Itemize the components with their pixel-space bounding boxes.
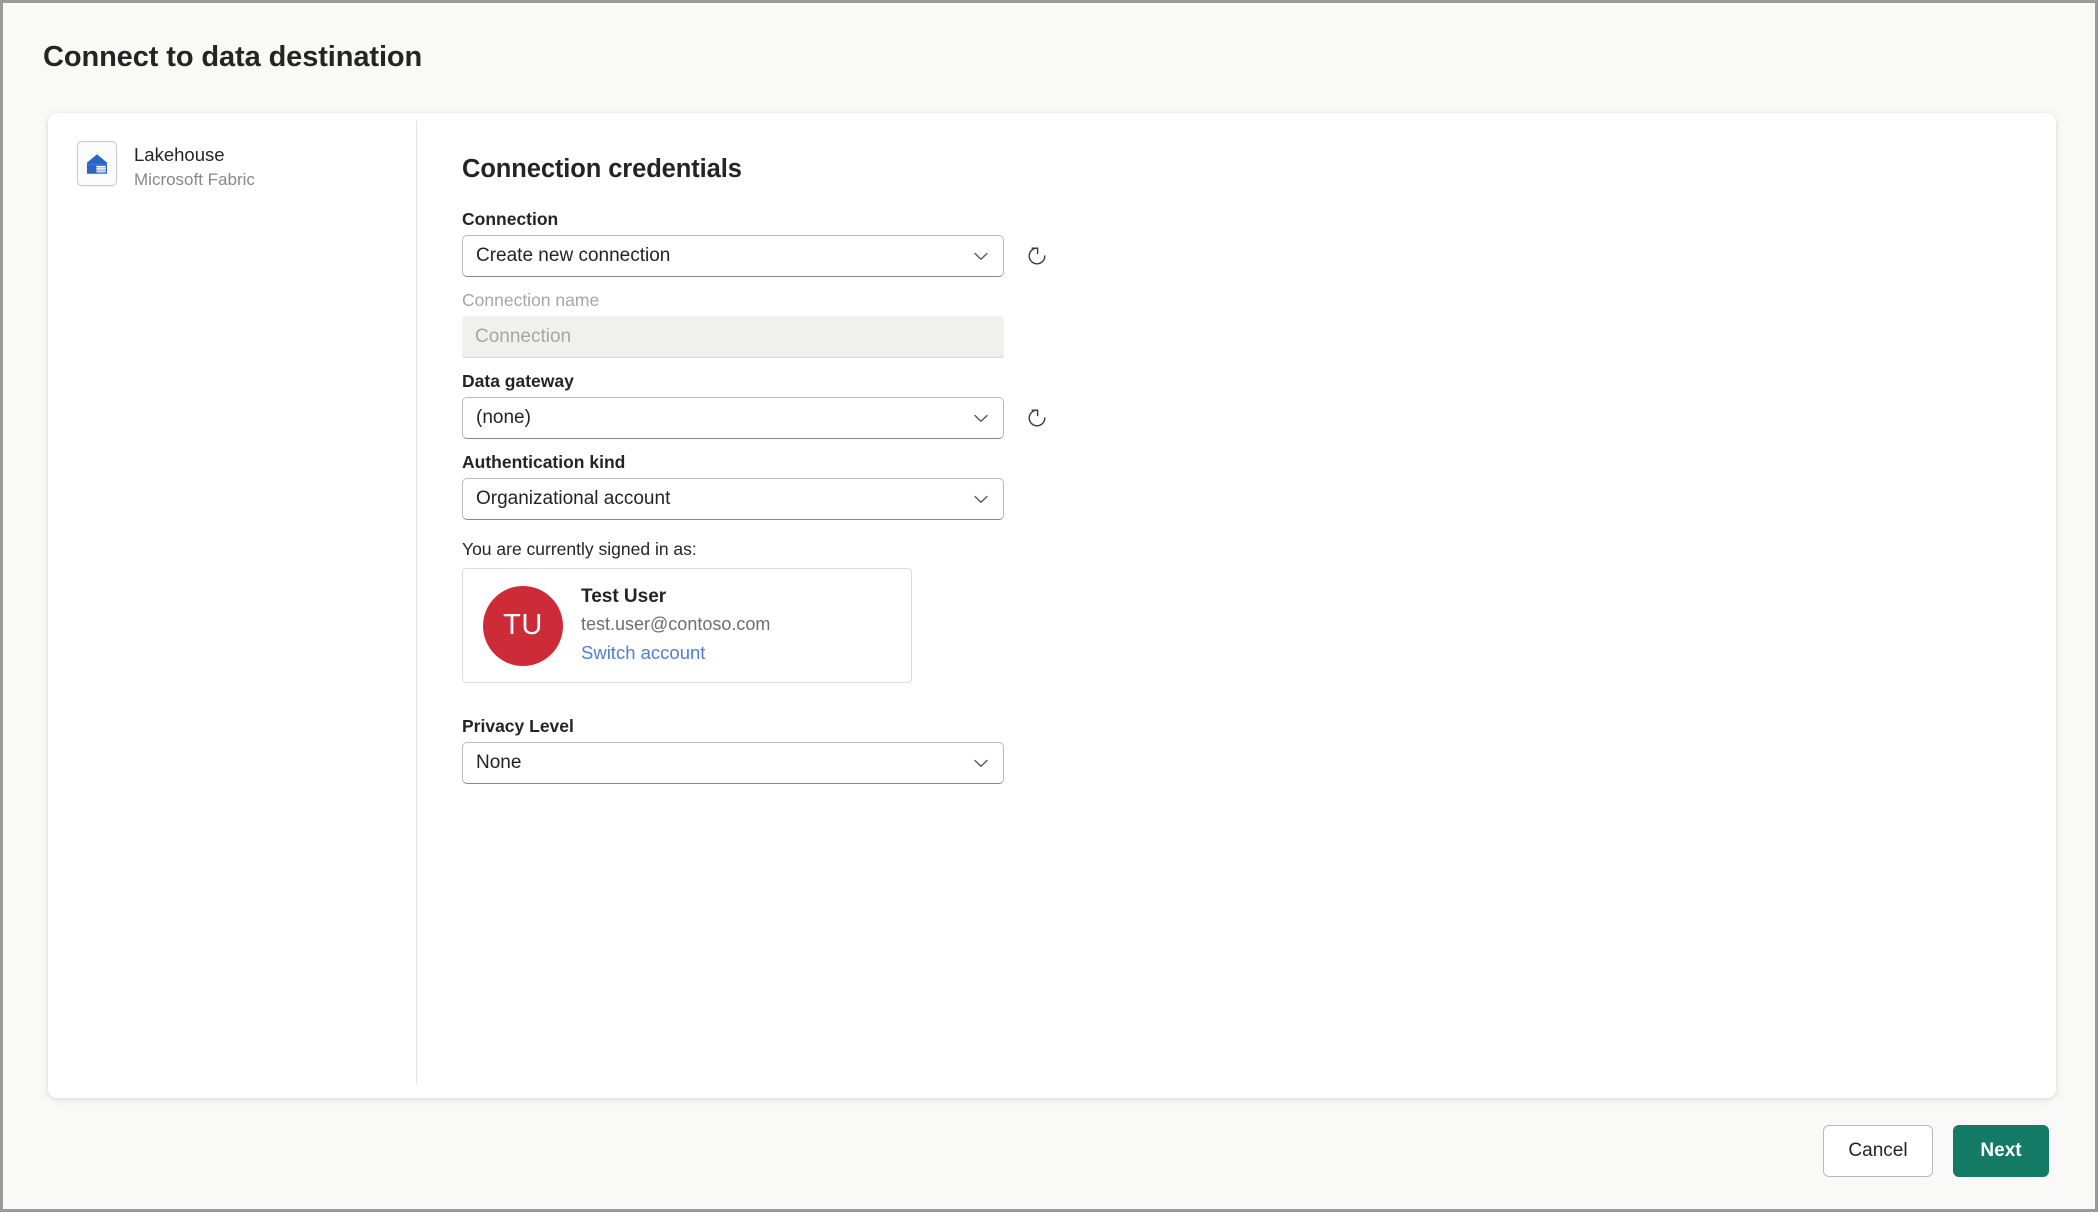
source-item-lakehouse[interactable]: Lakehouse Microsoft Fabric xyxy=(77,141,417,192)
connection-refresh-button[interactable] xyxy=(1020,239,1054,273)
content-card: Lakehouse Microsoft Fabric Connection cr… xyxy=(48,113,2056,1098)
account-name: Test User xyxy=(581,586,667,607)
dialog-surface: Connect to data destination Lakehouse Mi… xyxy=(3,3,2095,1209)
refresh-icon xyxy=(1028,409,1046,427)
data-gateway-label: Data gateway xyxy=(462,371,574,391)
connection-name-input: Connection xyxy=(462,316,1004,358)
source-name: Lakehouse xyxy=(134,144,225,165)
authentication-kind-selected-value: Organizational account xyxy=(476,488,671,509)
next-button[interactable]: Next xyxy=(1953,1124,2049,1177)
chevron-down-icon xyxy=(974,759,988,767)
chevron-down-icon xyxy=(974,252,988,260)
privacy-level-label: Privacy Level xyxy=(462,716,574,736)
account-email: test.user@contoso.com xyxy=(581,614,771,634)
data-gateway-refresh-button[interactable] xyxy=(1020,401,1054,435)
connection-dropdown[interactable]: Create new connection xyxy=(462,235,1004,277)
refresh-icon xyxy=(1028,247,1046,265)
cancel-button[interactable]: Cancel xyxy=(1823,1124,1933,1177)
dialog-footer: Cancel Next xyxy=(3,1092,2095,1209)
dialog-window: Connect to data destination Lakehouse Mi… xyxy=(0,0,2098,1212)
connection-label: Connection xyxy=(462,209,559,229)
authentication-kind-label: Authentication kind xyxy=(462,452,626,472)
field-authentication-kind: Authentication kind Organizational accou… xyxy=(462,449,2056,520)
connection-name-label: Connection name xyxy=(462,290,600,310)
source-text: Lakehouse Microsoft Fabric xyxy=(134,141,255,192)
field-connection-name: Connection name Connection xyxy=(462,287,2056,358)
connection-row: Create new connection xyxy=(462,235,2056,277)
privacy-level-dropdown[interactable]: None xyxy=(462,742,1004,784)
account-info: Test User test.user@contoso.com Switch a… xyxy=(581,584,770,667)
source-subtitle: Microsoft Fabric xyxy=(134,170,255,189)
form-heading: Connection credentials xyxy=(462,155,742,183)
connection-selected-value: Create new connection xyxy=(476,245,671,266)
connection-form-panel: Connection credentials Connection Create… xyxy=(417,113,2056,1098)
connection-name-placeholder: Connection xyxy=(475,325,572,347)
signed-in-label: You are currently signed in as: xyxy=(462,539,697,559)
signed-in-section: You are currently signed in as: TU Test … xyxy=(462,536,2056,683)
data-gateway-dropdown[interactable]: (none) xyxy=(462,397,1004,439)
data-gateway-row: (none) xyxy=(462,397,2056,439)
dialog-header: Connect to data destination xyxy=(3,3,2095,111)
account-card: TU Test User test.user@contoso.com Switc… xyxy=(462,568,912,683)
chevron-down-icon xyxy=(974,495,988,503)
source-panel: Lakehouse Microsoft Fabric xyxy=(48,113,417,1098)
authentication-kind-dropdown[interactable]: Organizational account xyxy=(462,478,1004,520)
page-title: Connect to data destination xyxy=(43,40,423,73)
field-data-gateway: Data gateway (none) xyxy=(462,368,2056,439)
switch-account-link[interactable]: Switch account xyxy=(581,639,705,667)
data-gateway-selected-value: (none) xyxy=(476,407,531,428)
field-privacy-level: Privacy Level None xyxy=(462,713,2056,784)
chevron-down-icon xyxy=(974,414,988,422)
lakehouse-icon xyxy=(77,141,117,186)
privacy-level-selected-value: None xyxy=(476,752,522,773)
avatar: TU xyxy=(483,585,563,666)
field-connection: Connection Create new connection xyxy=(462,206,2056,277)
